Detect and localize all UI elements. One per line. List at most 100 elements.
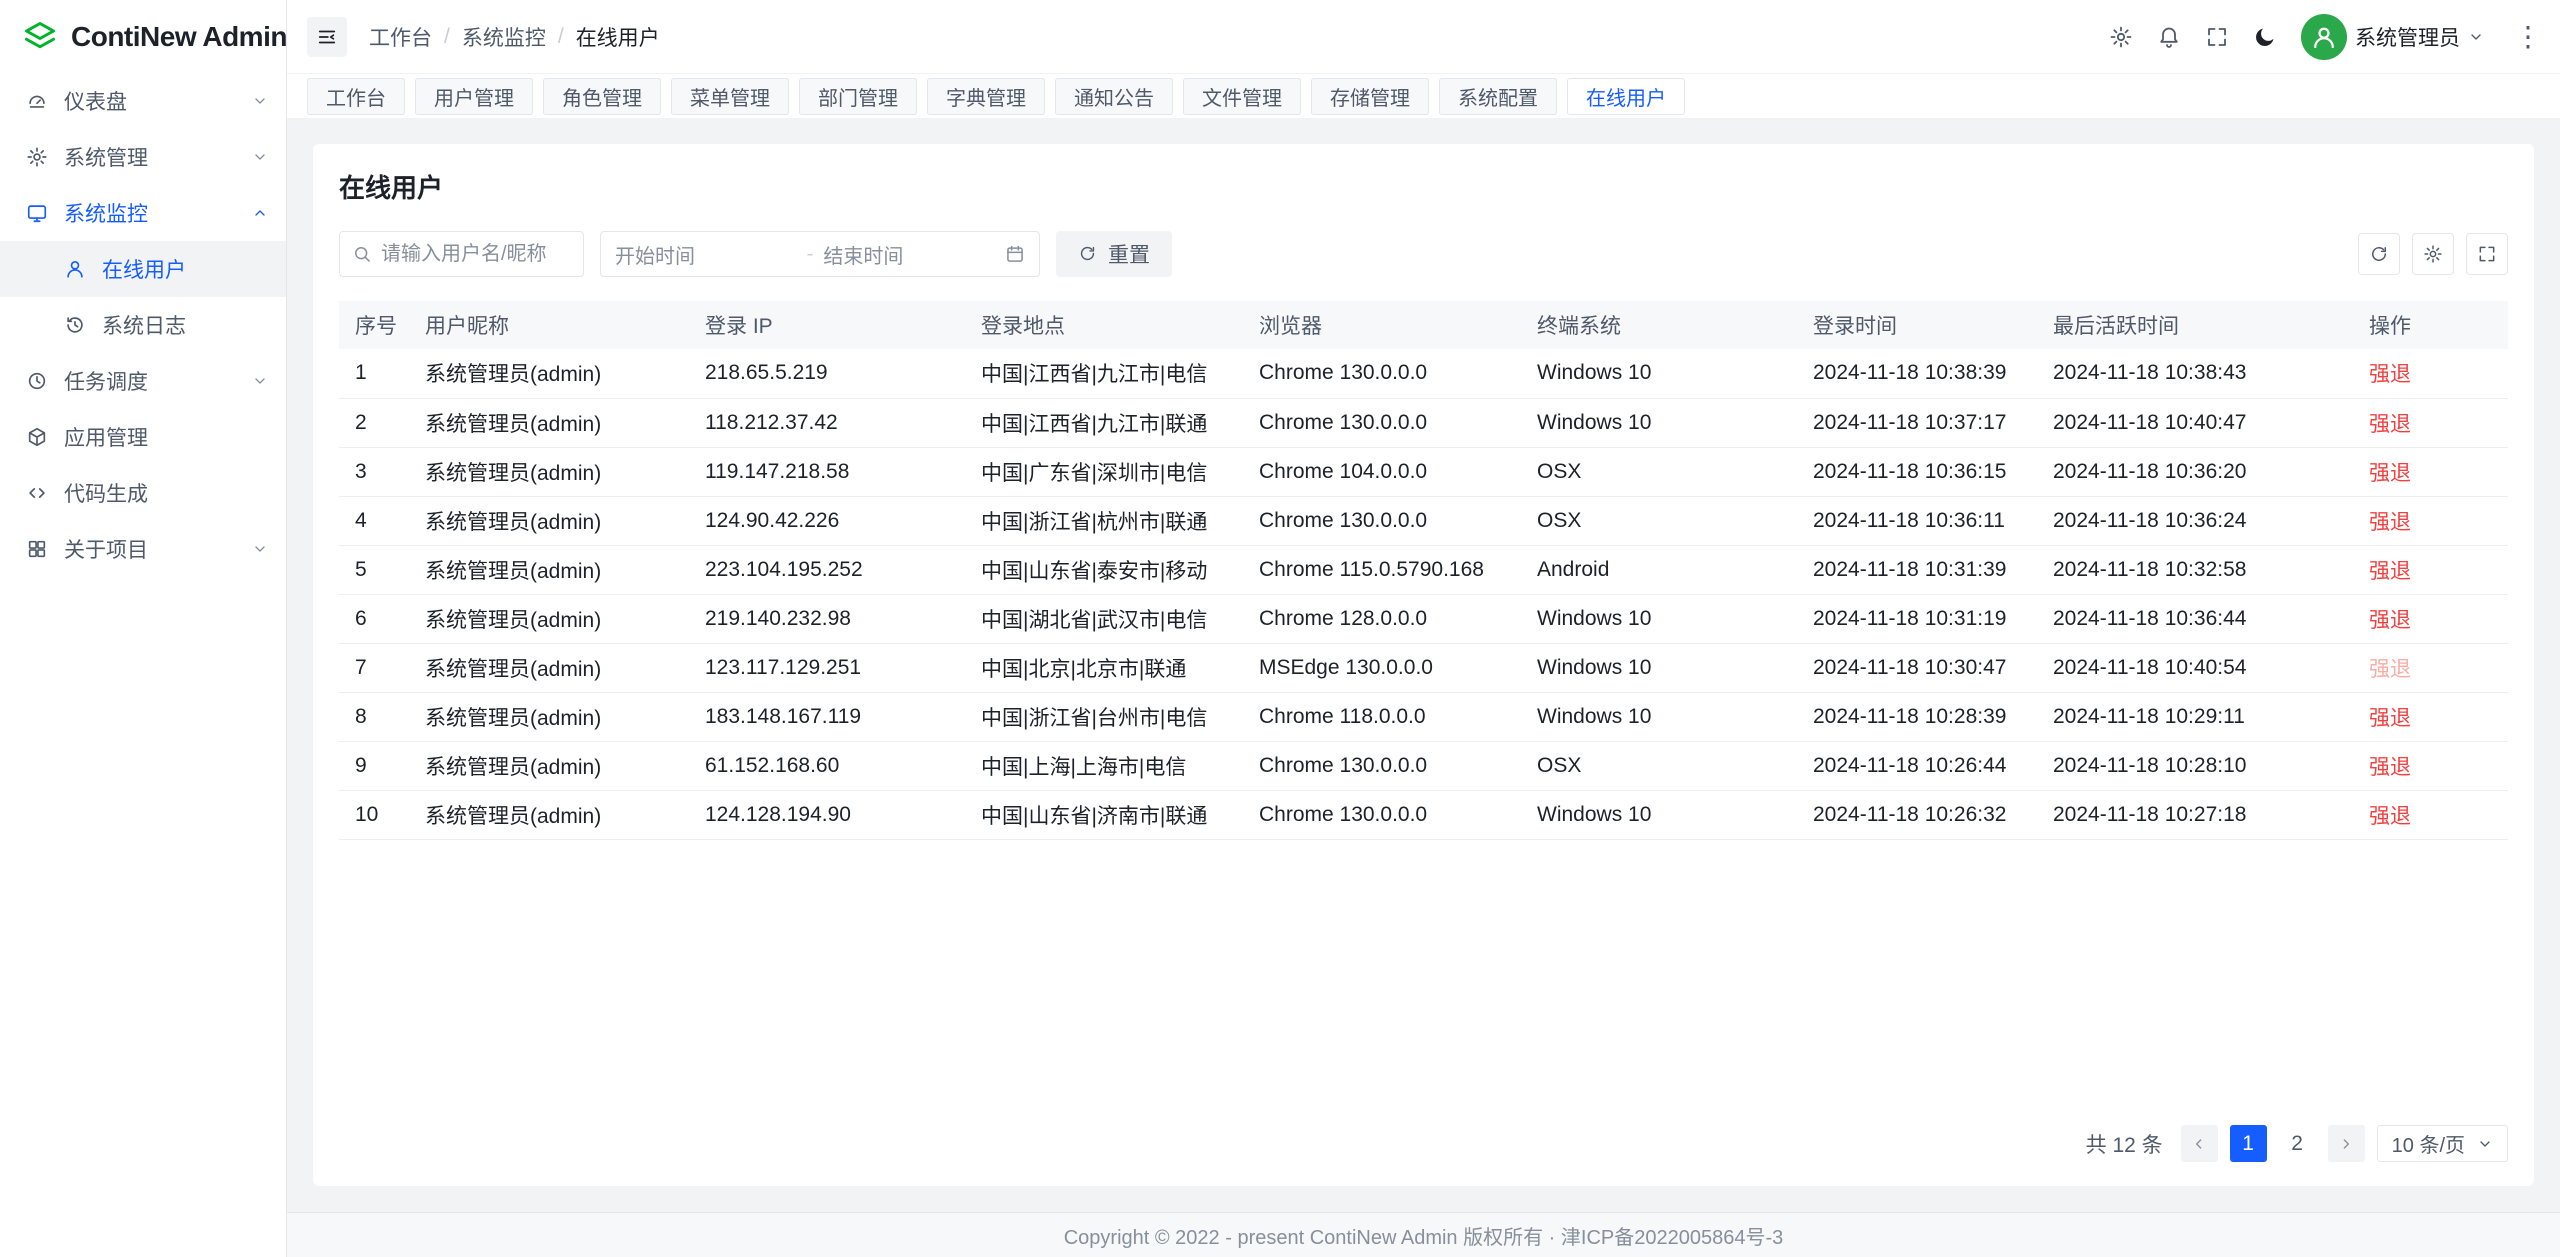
header-actions: 系统管理员 ⋮ [2109,14,2546,60]
chevron-down-icon [252,149,268,165]
search-box[interactable] [339,231,584,277]
code-icon [26,482,48,504]
cell-login_time: 2024-11-18 10:31:19 [1797,594,2037,643]
chevron-right-icon [2338,1136,2354,1152]
reset-button-label: 重置 [1108,239,1150,269]
fullscreen-icon[interactable] [2205,25,2229,49]
tab-角色管理[interactable]: 角色管理 [543,78,661,115]
force-logout-link[interactable]: 强退 [2369,658,2411,681]
force-logout-link[interactable]: 强退 [2369,609,2411,632]
page-button-2[interactable]: 2 [2279,1125,2316,1162]
sidebar-menu: 仪表盘 系统管理 系统监控 在线用户 系统日志 任务调度 [0,73,286,577]
sidebar-item-system-management[interactable]: 系统管理 [0,129,286,185]
tab-文件管理[interactable]: 文件管理 [1183,78,1301,115]
tab-在线用户[interactable]: 在线用户 [1567,78,1685,115]
cell-login_time: 2024-11-18 10:31:39 [1797,545,2037,594]
refresh-table-button[interactable] [2358,233,2400,275]
logo-icon [22,19,58,55]
force-logout-link[interactable]: 强退 [2369,707,2411,730]
date-end-input[interactable]: 结束时间 [823,240,1005,269]
cell-ip: 124.90.42.226 [689,496,965,545]
cell-index: 2 [339,398,409,447]
force-logout-link[interactable]: 强退 [2369,413,2411,436]
user-name: 系统管理员 [2355,22,2460,52]
sidebar-item-system-log[interactable]: 系统日志 [0,297,286,353]
dark-mode-icon[interactable] [2253,25,2277,49]
force-logout-link[interactable]: 强退 [2369,363,2411,386]
tab-存储管理[interactable]: 存储管理 [1311,78,1429,115]
sidebar-item-label: 系统管理 [64,142,148,172]
cell-browser: Chrome 130.0.0.0 [1243,741,1521,790]
breadcrumb-item[interactable]: 工作台 [369,22,432,52]
table-row: 7系统管理员(admin)123.117.129.251中国|北京|北京市|联通… [339,643,2508,692]
cell-browser: MSEdge 130.0.0.0 [1243,643,1521,692]
sidebar-item-about-project[interactable]: 关于项目 [0,521,286,577]
notification-icon[interactable] [2157,25,2181,49]
force-logout-link[interactable]: 强退 [2369,756,2411,779]
cell-nickname: 系统管理员(admin) [409,349,689,398]
about-icon [26,538,48,560]
sidebar-collapse-button[interactable] [307,17,347,57]
fullscreen-table-button[interactable] [2466,233,2508,275]
user-menu[interactable]: 系统管理员 [2301,14,2484,60]
cell-index: 4 [339,496,409,545]
tab-字典管理[interactable]: 字典管理 [927,78,1045,115]
next-page-button[interactable] [2328,1125,2365,1162]
monitor-icon [26,202,48,224]
column-header: 登录地点 [965,301,1243,349]
force-logout-link[interactable]: 强退 [2369,511,2411,534]
cell-login_time: 2024-11-18 10:30:47 [1797,643,2037,692]
table-header-row: 序号用户昵称登录 IP登录地点浏览器终端系统登录时间最后活跃时间操作 [339,301,2508,349]
tab-工作台[interactable]: 工作台 [307,78,405,115]
column-header: 最后活跃时间 [2037,301,2353,349]
sidebar-item-code-generation[interactable]: 代码生成 [0,465,286,521]
force-logout-link[interactable]: 强退 [2369,560,2411,583]
prev-page-button[interactable] [2181,1125,2218,1162]
date-range-picker[interactable]: 开始时间 - 结束时间 [600,231,1040,277]
footer: Copyright © 2022 - present ContiNew Admi… [287,1212,2560,1257]
settings-icon[interactable] [2109,25,2133,49]
cell-location: 中国|浙江省|台州市|电信 [965,692,1243,741]
search-icon [352,244,372,264]
table-row: 10系统管理员(admin)124.128.194.90中国|山东省|济南市|联… [339,790,2508,839]
cell-last_active: 2024-11-18 10:40:47 [2037,398,2353,447]
sidebar-item-app-management[interactable]: 应用管理 [0,409,286,465]
tab-系统配置[interactable]: 系统配置 [1439,78,1557,115]
cell-browser: Chrome 104.0.0.0 [1243,447,1521,496]
search-input[interactable] [381,243,571,266]
date-separator: - [797,243,824,266]
cell-nickname: 系统管理员(admin) [409,643,689,692]
cell-nickname: 系统管理员(admin) [409,692,689,741]
tab-用户管理[interactable]: 用户管理 [415,78,533,115]
cell-last_active: 2024-11-18 10:36:20 [2037,447,2353,496]
sidebar-item-label: 关于项目 [64,534,148,564]
cell-nickname: 系统管理员(admin) [409,447,689,496]
online-users-table: 序号用户昵称登录 IP登录地点浏览器终端系统登录时间最后活跃时间操作 1系统管理… [339,301,2508,840]
column-header: 登录时间 [1797,301,2037,349]
cell-last_active: 2024-11-18 10:36:24 [2037,496,2353,545]
logo[interactable]: ContiNew Admin [0,0,286,73]
chevron-up-icon [252,205,268,221]
reset-button[interactable]: 重置 [1056,231,1172,277]
tab-通知公告[interactable]: 通知公告 [1055,78,1173,115]
tab-部门管理[interactable]: 部门管理 [799,78,917,115]
cell-login_time: 2024-11-18 10:28:39 [1797,692,2037,741]
force-logout-link[interactable]: 强退 [2369,462,2411,485]
force-logout-link[interactable]: 强退 [2369,805,2411,828]
dashboard-icon [26,90,48,112]
page-button-1[interactable]: 1 [2230,1125,2267,1162]
chevron-down-icon [2468,29,2484,45]
breadcrumb-item[interactable]: 系统监控 [462,22,546,52]
page-size-select[interactable]: 10 条/页 [2377,1125,2508,1162]
column-settings-button[interactable] [2412,233,2454,275]
sidebar-item-dashboard[interactable]: 仪表盘 [0,73,286,129]
tab-菜单管理[interactable]: 菜单管理 [671,78,789,115]
more-icon[interactable]: ⋮ [2510,23,2546,51]
date-start-input[interactable]: 开始时间 [615,240,797,269]
cell-browser: Chrome 130.0.0.0 [1243,496,1521,545]
sidebar-item-task-schedule[interactable]: 任务调度 [0,353,286,409]
content-area: 在线用户 开始时间 - 结束时间 重置 [287,118,2560,1212]
sidebar-item-system-monitor[interactable]: 系统监控 [0,185,286,241]
chevron-down-icon [252,373,268,389]
sidebar-item-online-users[interactable]: 在线用户 [0,241,286,297]
